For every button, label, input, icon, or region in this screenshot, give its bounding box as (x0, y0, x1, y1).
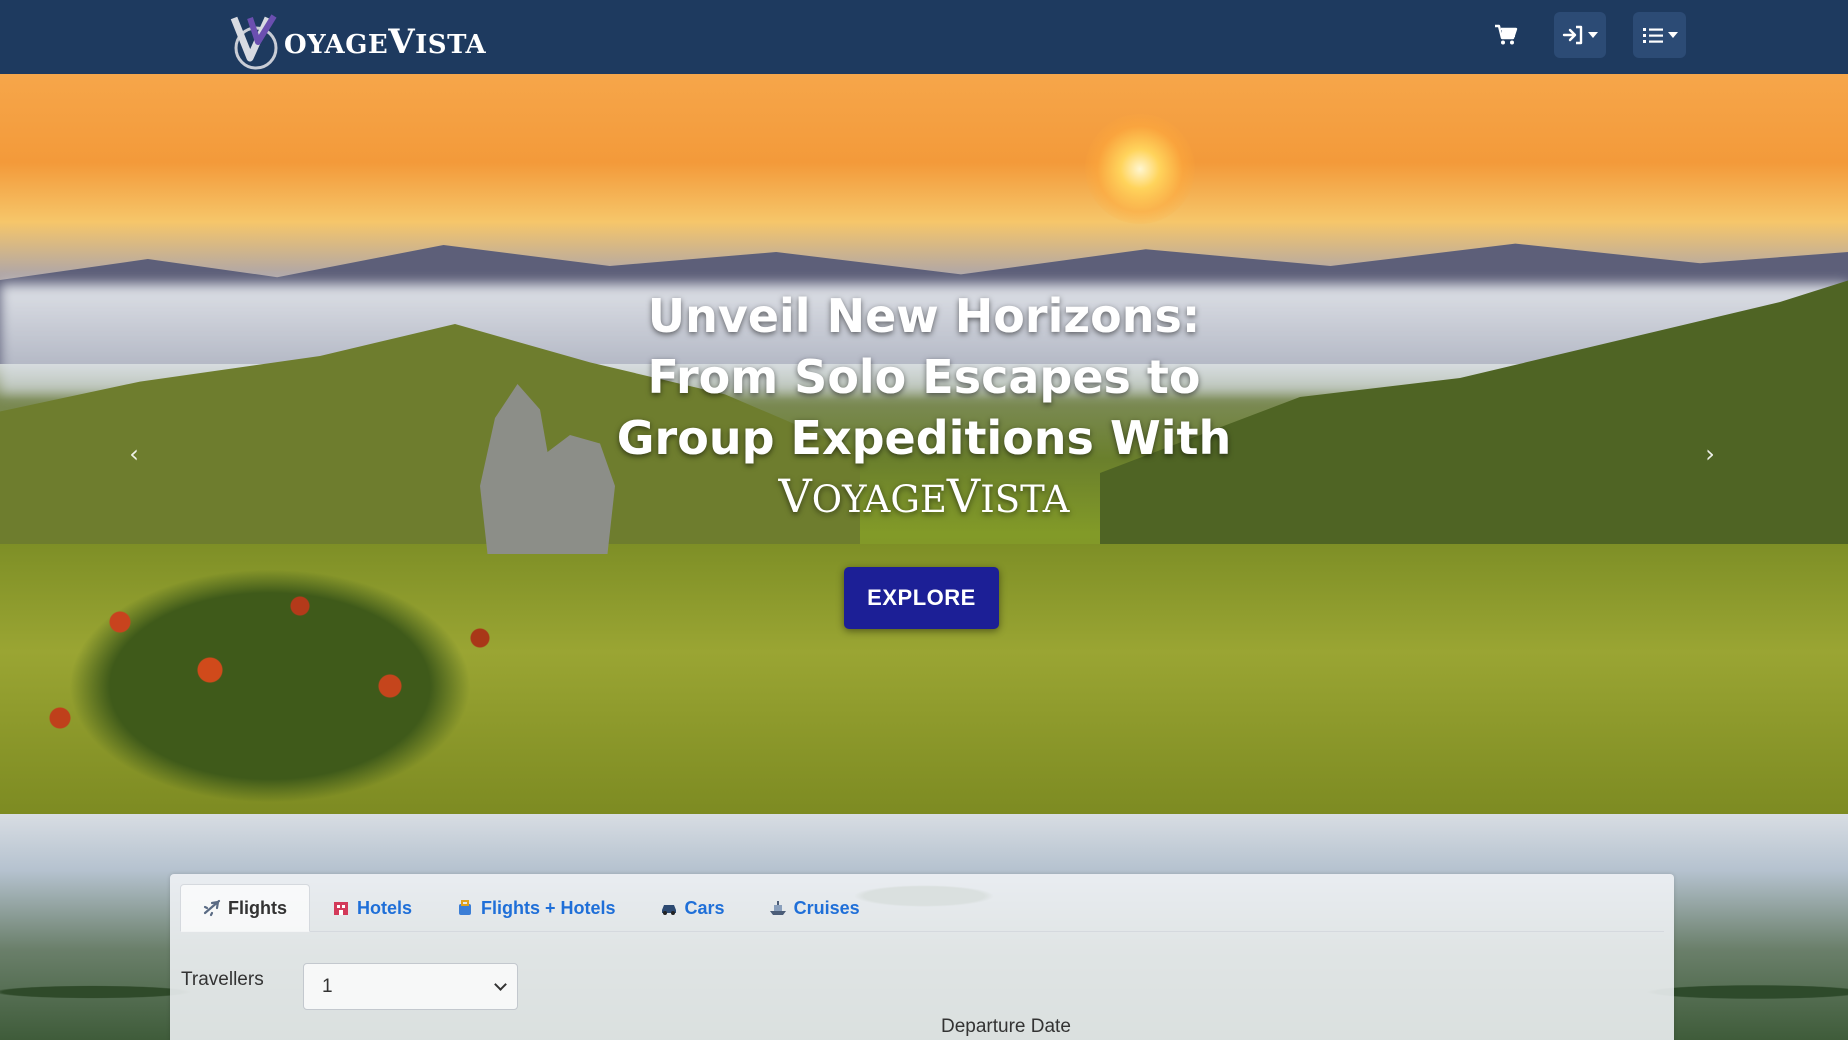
cart-icon (1495, 24, 1518, 45)
booking-tabs: Flights Hotels Flights + Hotels Cars Cru… (180, 884, 1664, 932)
carousel-prev-button[interactable]: ‹ (114, 434, 154, 474)
cart-button[interactable] (1490, 12, 1522, 58)
tab-label: Flights + Hotels (481, 897, 616, 918)
chevron-right-icon: › (1705, 440, 1715, 468)
tab-label: Cars (684, 897, 725, 918)
explore-button[interactable]: EXPLORE (844, 567, 999, 629)
tab-hotels[interactable]: Hotels (310, 884, 434, 932)
brand-wordmark: OYAGE V ISTA (284, 22, 487, 62)
tab-cars[interactable]: Cars (638, 884, 747, 932)
tab-flights[interactable]: Flights (180, 884, 310, 932)
booking-search-panel: Flights Hotels Flights + Hotels Cars Cru… (170, 874, 1674, 1040)
chevron-down-icon (1588, 32, 1598, 38)
chevron-down-icon (494, 978, 507, 991)
hero-headline: Unveil New Horizons: From Solo Escapes t… (616, 289, 1232, 465)
hero-brand-name: VOYAGEVISTA (778, 469, 1070, 523)
login-dropdown-button[interactable] (1554, 12, 1606, 58)
brand-logo[interactable]: OYAGE V ISTA (228, 14, 486, 70)
voyagevista-logo-icon (230, 14, 278, 70)
tab-label: Flights (228, 897, 287, 918)
chevron-down-icon (1667, 32, 1678, 38)
sign-in-icon (1562, 25, 1583, 45)
hero-carousel: ‹ › Unveil New Horizons: From Solo Escap… (0, 74, 1848, 814)
tab-label: Cruises (793, 897, 860, 918)
menu-dropdown-button[interactable] (1633, 12, 1686, 58)
car-icon (660, 899, 678, 917)
tab-flights-hotels[interactable]: Flights + Hotels (434, 884, 638, 932)
tab-cruises[interactable]: Cruises (747, 884, 882, 932)
list-icon (1642, 28, 1663, 43)
carousel-next-button[interactable]: › (1690, 434, 1730, 474)
hero-sun-graphic (1085, 114, 1195, 224)
top-navbar: OYAGE V ISTA (0, 0, 1848, 74)
departure-date-label: Departure Date (941, 1016, 1071, 1037)
ship-icon (769, 899, 787, 917)
luggage-icon (456, 899, 474, 917)
plane-icon (203, 899, 221, 917)
travellers-value: 1 (322, 975, 333, 997)
tab-label: Hotels (357, 897, 413, 918)
travellers-label: Travellers (181, 969, 264, 990)
travellers-select[interactable]: 1 (303, 963, 518, 1010)
chevron-left-icon: ‹ (129, 440, 139, 468)
hotel-icon (332, 899, 350, 917)
